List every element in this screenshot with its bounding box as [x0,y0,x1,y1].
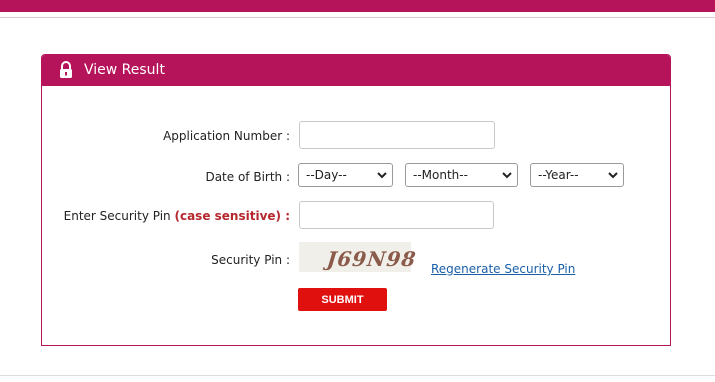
year-select[interactable]: --Year-- [530,163,624,187]
captcha-text: J69N98 [325,247,418,271]
lock-icon [60,61,72,78]
year-select-value: --Year-- [538,168,579,182]
view-result-panel: View Result Application Number : Date of… [41,54,671,346]
chevron-down-icon [502,172,512,179]
month-select-value: --Month-- [413,168,468,182]
chevron-down-icon [377,172,387,179]
day-select[interactable]: --Day-- [298,163,393,187]
security-pin-entry-label: Enter Security Pin (case sensitive) : [64,209,290,223]
security-pin-input[interactable] [299,201,494,229]
application-number-input[interactable] [299,121,495,149]
submit-button[interactable]: SUBMIT [298,288,387,311]
bottom-divider [0,375,715,376]
top-brand-bar [0,0,715,12]
security-pin-entry-text: Enter Security Pin [63,209,171,223]
regenerate-security-pin-link[interactable]: Regenerate Security Pin [431,262,575,276]
chevron-down-icon [608,172,618,179]
panel-title: View Result [84,62,165,78]
case-sensitive-note: (case sensitive) : [174,209,290,223]
captcha-image: J69N98 [299,242,418,272]
panel-header: View Result [42,55,670,86]
top-divider [0,17,715,18]
security-pin-label: Security Pin : [211,253,290,267]
day-select-value: --Day-- [306,168,347,182]
month-select[interactable]: --Month-- [405,163,518,187]
date-of-birth-label: Date of Birth : [205,170,290,184]
application-number-label: Application Number : [163,129,290,143]
